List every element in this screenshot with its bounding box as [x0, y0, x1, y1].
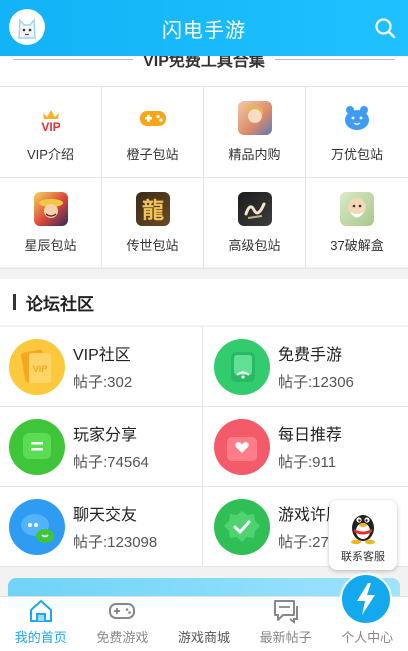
- dragon-character-icon: 龍: [135, 192, 170, 226]
- heart-box-icon: [214, 418, 270, 475]
- svg-text:龍: 龍: [141, 198, 163, 224]
- tool-orange[interactable]: 橙子包站: [102, 87, 204, 178]
- forum-title: 论坛社区: [26, 294, 94, 314]
- tool-chuanshi[interactable]: 龍 传世包站: [102, 178, 204, 269]
- app-header: 闪电手游: [0, 0, 408, 56]
- app-title: 闪电手游: [162, 19, 246, 42]
- phone-wifi-icon: [214, 338, 270, 395]
- tool-label: 橙子包站: [126, 147, 179, 162]
- svg-text:VIP: VIP: [41, 120, 60, 134]
- vip-book-icon: VIP: [9, 338, 65, 395]
- tab-free-games[interactable]: 免费游戏: [82, 597, 164, 651]
- lightning-button[interactable]: [340, 573, 393, 625]
- forum-post-count: 帖子:123098: [73, 534, 158, 551]
- service-label: 联系客服: [341, 550, 385, 563]
- tab-label: 我的首页: [14, 630, 67, 645]
- forum-post-count: 帖子:12306: [278, 374, 354, 391]
- tool-label: 传世包站: [126, 238, 179, 253]
- tab-label: 游戏商城: [177, 630, 230, 645]
- tool-label: 精品内购: [228, 147, 281, 162]
- bottom-nav: 我的首页 免费游戏 游戏商城 最新帖子 个人中心: [0, 573, 408, 651]
- tool-label: 高级包站: [228, 238, 281, 253]
- tool-37box[interactable]: 37破解盒: [306, 178, 408, 269]
- search-icon[interactable]: [374, 17, 396, 39]
- tab-home[interactable]: 我的首页: [0, 597, 82, 651]
- anime-girl-icon: [237, 101, 272, 135]
- tab-latest-posts[interactable]: 最新帖子: [245, 597, 327, 651]
- gamepad-icon: [108, 597, 136, 624]
- forum-name: 聊天交友: [73, 507, 138, 524]
- gamepad-icon: [136, 101, 170, 135]
- user-avatar[interactable]: [9, 9, 45, 45]
- tool-wanyou[interactable]: 万优包站: [306, 87, 408, 178]
- forum-post-count: 帖子:302: [73, 374, 133, 391]
- forum-post-count: 帖子:911: [278, 454, 337, 471]
- forum-name: 免费手游: [278, 347, 343, 364]
- forum-item-vip[interactable]: VIP VIP社区 帖子:302: [0, 327, 203, 407]
- cat-avatar-icon: [18, 17, 36, 39]
- tool-gaoji[interactable]: 高级包站: [204, 178, 306, 269]
- forum-section-header: 论坛社区: [0, 279, 408, 325]
- tab-label: 个人中心: [341, 630, 394, 645]
- tool-label: VIP介绍: [27, 147, 74, 162]
- forum-name: 每日推荐: [278, 427, 343, 444]
- forum-post-count: 帖子:74564: [73, 454, 149, 471]
- title-bar-accent: [13, 294, 16, 310]
- tab-game-store[interactable]: 游戏商城: [163, 573, 393, 651]
- divider: [13, 58, 134, 60]
- tool-label: 星辰包站: [24, 238, 77, 253]
- tool-label: 万优包站: [330, 147, 383, 162]
- svg-text:VIP: VIP: [33, 364, 48, 374]
- forum-item-chat[interactable]: 聊天交友 帖子:123098: [0, 487, 203, 567]
- calligraphy-logo-icon: [237, 192, 272, 226]
- forum-item-share[interactable]: 玩家分享 帖子:74564: [0, 407, 203, 487]
- tools-grid: VIP VIP介绍 橙子包站 精品内购 万优包站 星辰包站 龍 传世包站 高级包…: [0, 86, 408, 269]
- tab-label: 免费游戏: [96, 630, 149, 645]
- customer-service-button[interactable]: 联系客服: [329, 500, 397, 570]
- tool-xingchen[interactable]: 星辰包站: [0, 178, 102, 269]
- share-chat-icon: [9, 418, 65, 475]
- message-icon: [272, 597, 300, 624]
- forum-name: VIP社区: [73, 347, 131, 364]
- qq-penguin-icon: [351, 514, 375, 544]
- forum-name: 玩家分享: [73, 427, 138, 444]
- tool-premium[interactable]: 精品内购: [204, 87, 306, 178]
- tool-label: 37破解盒: [330, 238, 384, 253]
- vip-crown-icon: VIP: [34, 101, 68, 135]
- badge-check-icon: [214, 498, 270, 555]
- home-icon: [27, 597, 55, 624]
- cartoon-monk-icon: [340, 192, 374, 226]
- bear-face-icon: [340, 101, 374, 135]
- chat-bubbles-icon: [9, 498, 65, 555]
- forum-item-daily[interactable]: 每日推荐 帖子:911: [203, 407, 408, 487]
- forum-item-free-games[interactable]: 免费手游 帖子:12306: [203, 327, 408, 407]
- tab-label: 最新帖子: [259, 630, 312, 645]
- divider: [274, 58, 395, 60]
- lightning-icon: [357, 583, 376, 615]
- vip-tools-section: VIP免费工具合集 VIP VIP介绍 橙子包站 精品内购 万优包站 星辰包站 …: [0, 40, 408, 269]
- tool-vip[interactable]: VIP VIP介绍: [0, 87, 102, 178]
- pirate-hero-icon: [33, 192, 68, 226]
